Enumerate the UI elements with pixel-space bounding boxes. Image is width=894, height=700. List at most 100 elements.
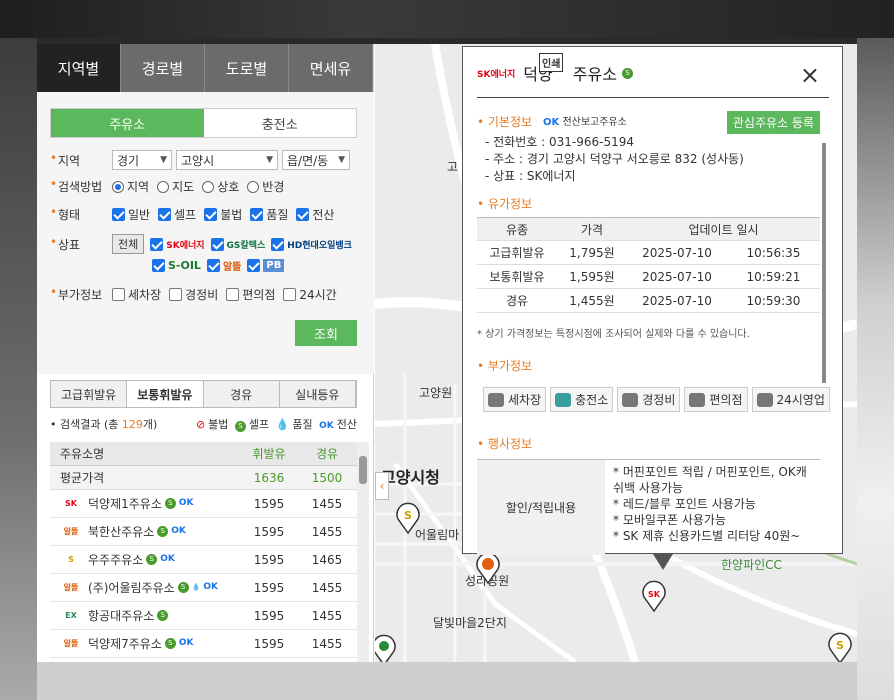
brand-hd-checkbox[interactable]: [271, 237, 285, 251]
map-label-goyangwon: 고양원: [419, 386, 453, 400]
self-icon: S: [234, 421, 246, 432]
table-row[interactable]: 알뜰 (주)어울림주유소 S 💧 OK 1595 1455: [50, 574, 357, 602]
station-marker[interactable]: [375, 634, 397, 662]
sk-logo: SK: [65, 499, 77, 508]
close-icon[interactable]: ×: [800, 63, 820, 87]
type-row: 형태 일반 셀프 불법 품질 전산: [50, 205, 342, 223]
gs-logo: GS칼텍스: [226, 240, 266, 251]
background-bottom: [37, 662, 857, 700]
search-button[interactable]: 조회: [295, 320, 357, 346]
tab-road[interactable]: 도로별: [205, 44, 289, 92]
altteul-logo: 알뜰: [222, 262, 242, 273]
svg-text:SK: SK: [648, 590, 661, 599]
table-header: 주유소명 휘발유 경유: [50, 442, 357, 466]
wrench-icon: [622, 392, 639, 407]
altteul-logo: 알뜰: [63, 527, 79, 536]
method-map-radio[interactable]: 지도: [157, 178, 194, 195]
table-scrollbar[interactable]: [357, 442, 369, 662]
station-marker[interactable]: [475, 552, 501, 584]
tab-gas-station[interactable]: 주유소: [51, 109, 204, 137]
type-illegal-checkbox[interactable]: 불법: [204, 206, 242, 223]
altteul-logo: 알뜰: [63, 639, 79, 648]
section-price: 유가정보: [477, 195, 532, 212]
tab-region[interactable]: 지역별: [37, 44, 121, 92]
table-row[interactable]: 알뜰 북한산주유소 S OK 1595 1455: [50, 518, 357, 546]
pb-logo: PB: [263, 259, 285, 272]
method-region-radio[interactable]: 지역: [112, 178, 149, 195]
tab-kerosene[interactable]: 실내등유: [279, 381, 356, 407]
brand-gs-checkbox[interactable]: [210, 237, 224, 251]
brand-sk-checkbox[interactable]: [150, 237, 164, 251]
type-general-checkbox[interactable]: 일반: [112, 206, 150, 223]
extra-carwash-checkbox[interactable]: 세차장: [112, 286, 161, 303]
station-rows: SK 덕양제1주유소 S OK 1595 1455 알뜰 북한산주유소 S OK 1595 14…: [50, 490, 357, 658]
it-icon: OK: [543, 117, 560, 128]
extra-store-checkbox[interactable]: 편의점: [226, 286, 275, 303]
brand-info: - 상표 : SK에너지: [485, 169, 576, 183]
brand-soil-checkbox[interactable]: [152, 259, 165, 272]
extra-repair-checkbox[interactable]: 경정비: [169, 286, 218, 303]
repair-service: 경정비: [617, 387, 681, 412]
tab-route[interactable]: 경로별: [121, 44, 205, 92]
table-row[interactable]: SK 덕양제1주유소 S OK 1595 1455: [50, 490, 357, 518]
popup-scrollbar[interactable]: [822, 143, 826, 383]
discount-label: 할인/적립내용: [477, 460, 605, 555]
tab-duty-free[interactable]: 면세유: [289, 44, 373, 92]
partner-badge: OK 전산보고주유소: [543, 117, 627, 128]
svg-text:S: S: [404, 509, 412, 522]
service-icons: 세차장 충전소 경정비 편의점 24시영업: [483, 387, 834, 412]
sk-logo: SK에너지: [166, 240, 205, 251]
price-header: 유종 가격 업데이트 일시: [477, 217, 820, 241]
brand-all-button[interactable]: 전체: [112, 234, 145, 254]
it-icon: OK: [160, 554, 175, 564]
table-row[interactable]: 알뜰 덕양제7주유소 S OK 1595 1455: [50, 630, 357, 658]
type-quality-checkbox[interactable]: 품질: [250, 206, 288, 223]
background-left: [0, 38, 37, 700]
scroll-thumb[interactable]: [359, 456, 367, 484]
table-row[interactable]: S 우주주유소 S OK 1595 1465: [50, 546, 357, 574]
it-icon: OK: [178, 638, 194, 648]
method-row: 검색방법 지역 지도 상호 반경: [50, 177, 292, 195]
method-name-radio[interactable]: 상호: [202, 178, 239, 195]
station-marker[interactable]: S: [827, 632, 853, 662]
map-label-go: 고: [447, 160, 459, 174]
divider: [477, 97, 829, 98]
it-icon: OK: [203, 582, 218, 592]
type-self-checkbox[interactable]: 셀프: [158, 206, 196, 223]
chevron-down-icon: ▼: [160, 155, 167, 165]
type-it-checkbox[interactable]: 전산: [296, 206, 334, 223]
extra-row: 부가정보 세차장 경정비 편의점 24시간: [50, 285, 345, 303]
tab-diesel[interactable]: 경유: [203, 381, 280, 407]
province-select[interactable]: 경기 ▼: [112, 150, 172, 170]
tab-premium[interactable]: 고급휘발유: [51, 381, 128, 407]
tab-regular[interactable]: 보통휘발유: [127, 381, 204, 407]
car-icon: [488, 392, 504, 407]
price-row: 경유 1,455원 2025-07-10 10:59:30: [477, 289, 820, 313]
soil-logo: S: [68, 555, 74, 564]
quality-icon: 💧: [191, 583, 201, 591]
result-summary: • 검색결과 (총 129개) ⊘ 불법 S 셀프 💧 품질 OK 전산: [50, 416, 357, 432]
collapse-panel-button[interactable]: ‹: [375, 472, 389, 500]
dong-select[interactable]: 읍/면/동 ▼: [282, 150, 350, 170]
map-label-cityhall: 고양시청: [381, 468, 440, 487]
sk-logo: SK에너지: [477, 69, 516, 80]
brand-pb-checkbox[interactable]: [247, 259, 261, 272]
tab-charging-station[interactable]: 충전소: [204, 109, 357, 137]
station-marker[interactable]: S: [395, 502, 421, 534]
self-icon: S: [157, 526, 169, 537]
favorite-button[interactable]: 관심주유소 등록: [726, 111, 820, 134]
type-label: 형태: [50, 205, 112, 223]
extra-24h-checkbox[interactable]: 24시간: [283, 286, 337, 303]
brand-altteul-checkbox[interactable]: [206, 259, 220, 272]
section-basic: 기본정보: [477, 113, 532, 130]
popup-pointer: [653, 554, 673, 570]
self-icon: S: [146, 554, 158, 565]
table-row[interactable]: EX 항공대주유소 S 1595 1455: [50, 602, 357, 630]
method-radius-radio[interactable]: 반경: [247, 178, 284, 195]
city-select[interactable]: 고양시 ▼: [176, 150, 278, 170]
it-icon: OK: [178, 498, 194, 508]
hd-logo: HD현대오일뱅크: [287, 240, 352, 251]
ex-logo: EX: [65, 611, 77, 620]
print-button[interactable]: 인쇄: [539, 53, 564, 72]
selected-station-marker[interactable]: SK: [641, 580, 667, 612]
